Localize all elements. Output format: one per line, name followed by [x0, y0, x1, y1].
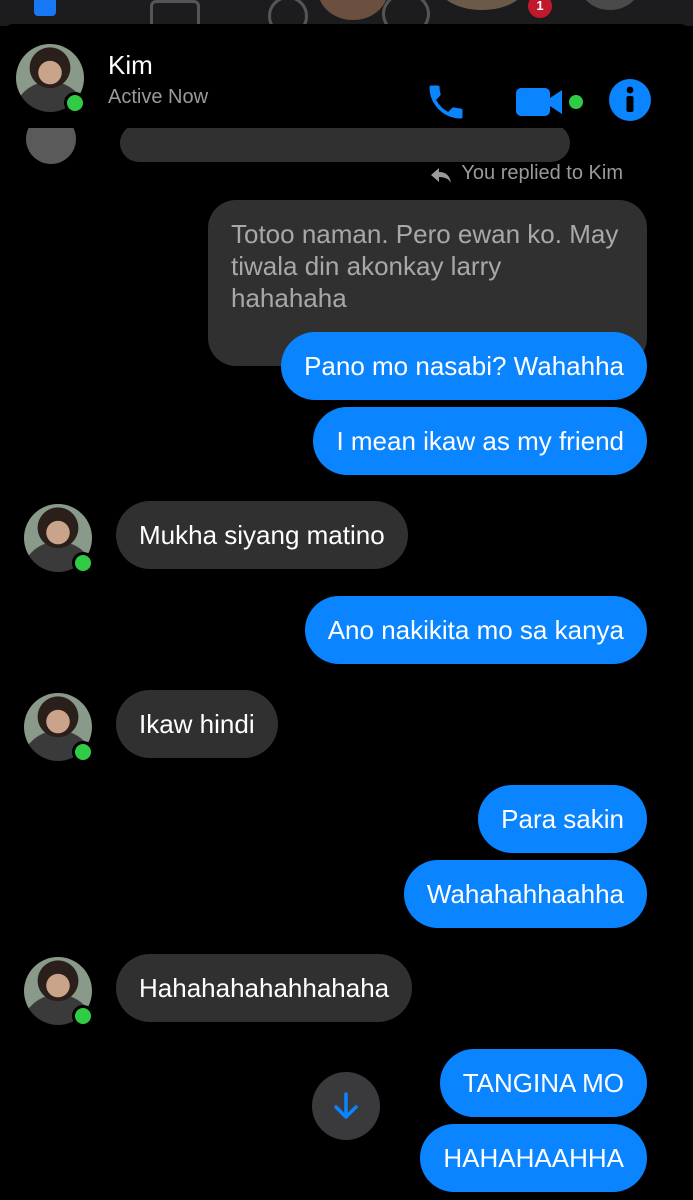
info-icon[interactable] — [608, 78, 652, 122]
menu-icon[interactable] — [580, 0, 640, 10]
message-bubble-outgoing[interactable]: Wahahahhaahha — [403, 860, 647, 928]
reply-context-label: You replied to Kim — [461, 162, 623, 184]
notification-badge: 1 — [528, 0, 552, 18]
sender-avatar[interactable] — [24, 504, 94, 574]
message-bubble-outgoing[interactable]: I mean ikaw as my friend — [313, 407, 647, 475]
online-indicator — [72, 552, 94, 574]
sender-avatar[interactable] — [24, 957, 94, 1027]
story-thumbnail — [438, 0, 526, 10]
home-icon[interactable] — [34, 0, 56, 16]
message-bubble-outgoing[interactable]: TANGINA MO — [439, 1049, 647, 1117]
chat-sheet: Kim Active Now You replied to Kim Totoo … — [0, 24, 693, 1200]
chat-header: Kim Active Now — [0, 24, 693, 128]
message-bubble-incoming[interactable]: Hahahahahahhahaha — [116, 954, 413, 1022]
message-bubble-outgoing[interactable]: Para sakin — [478, 785, 647, 853]
message-bubble-outgoing[interactable]: HAHAHAAHHA — [420, 1124, 647, 1192]
reply-arrow-icon — [431, 167, 452, 183]
reply-context: You replied to Kim — [429, 162, 623, 185]
contact-status: Active Now — [108, 86, 209, 108]
scroll-down-arrow-icon — [334, 1092, 358, 1119]
video-call-icon[interactable] — [514, 82, 586, 122]
online-indicator — [72, 741, 94, 763]
contact-name[interactable]: Kim — [108, 50, 153, 81]
message-bubble-outgoing[interactable]: Ano nakikita mo sa kanya — [304, 596, 647, 664]
contact-avatar[interactable] — [16, 44, 86, 114]
sender-avatar[interactable] — [24, 693, 94, 763]
marketplace-icon[interactable] — [268, 0, 308, 26]
watch-icon[interactable] — [150, 0, 200, 26]
underlying-app-bar: 1 — [0, 0, 693, 26]
partial-message-bubble — [120, 124, 570, 162]
online-indicator — [72, 1005, 94, 1027]
profile-icon[interactable] — [382, 0, 430, 26]
message-bubble-incoming[interactable]: Mukha siyang matino — [116, 501, 408, 569]
message-bubble-incoming[interactable]: Ikaw hindi — [116, 690, 278, 758]
scroll-to-bottom-button[interactable] — [312, 1072, 380, 1140]
online-indicator — [64, 92, 86, 114]
message-bubble-outgoing[interactable]: Pano mo nasabi? Wahahha — [281, 332, 647, 400]
story-thumbnail — [318, 0, 388, 20]
phone-icon[interactable] — [424, 80, 468, 124]
